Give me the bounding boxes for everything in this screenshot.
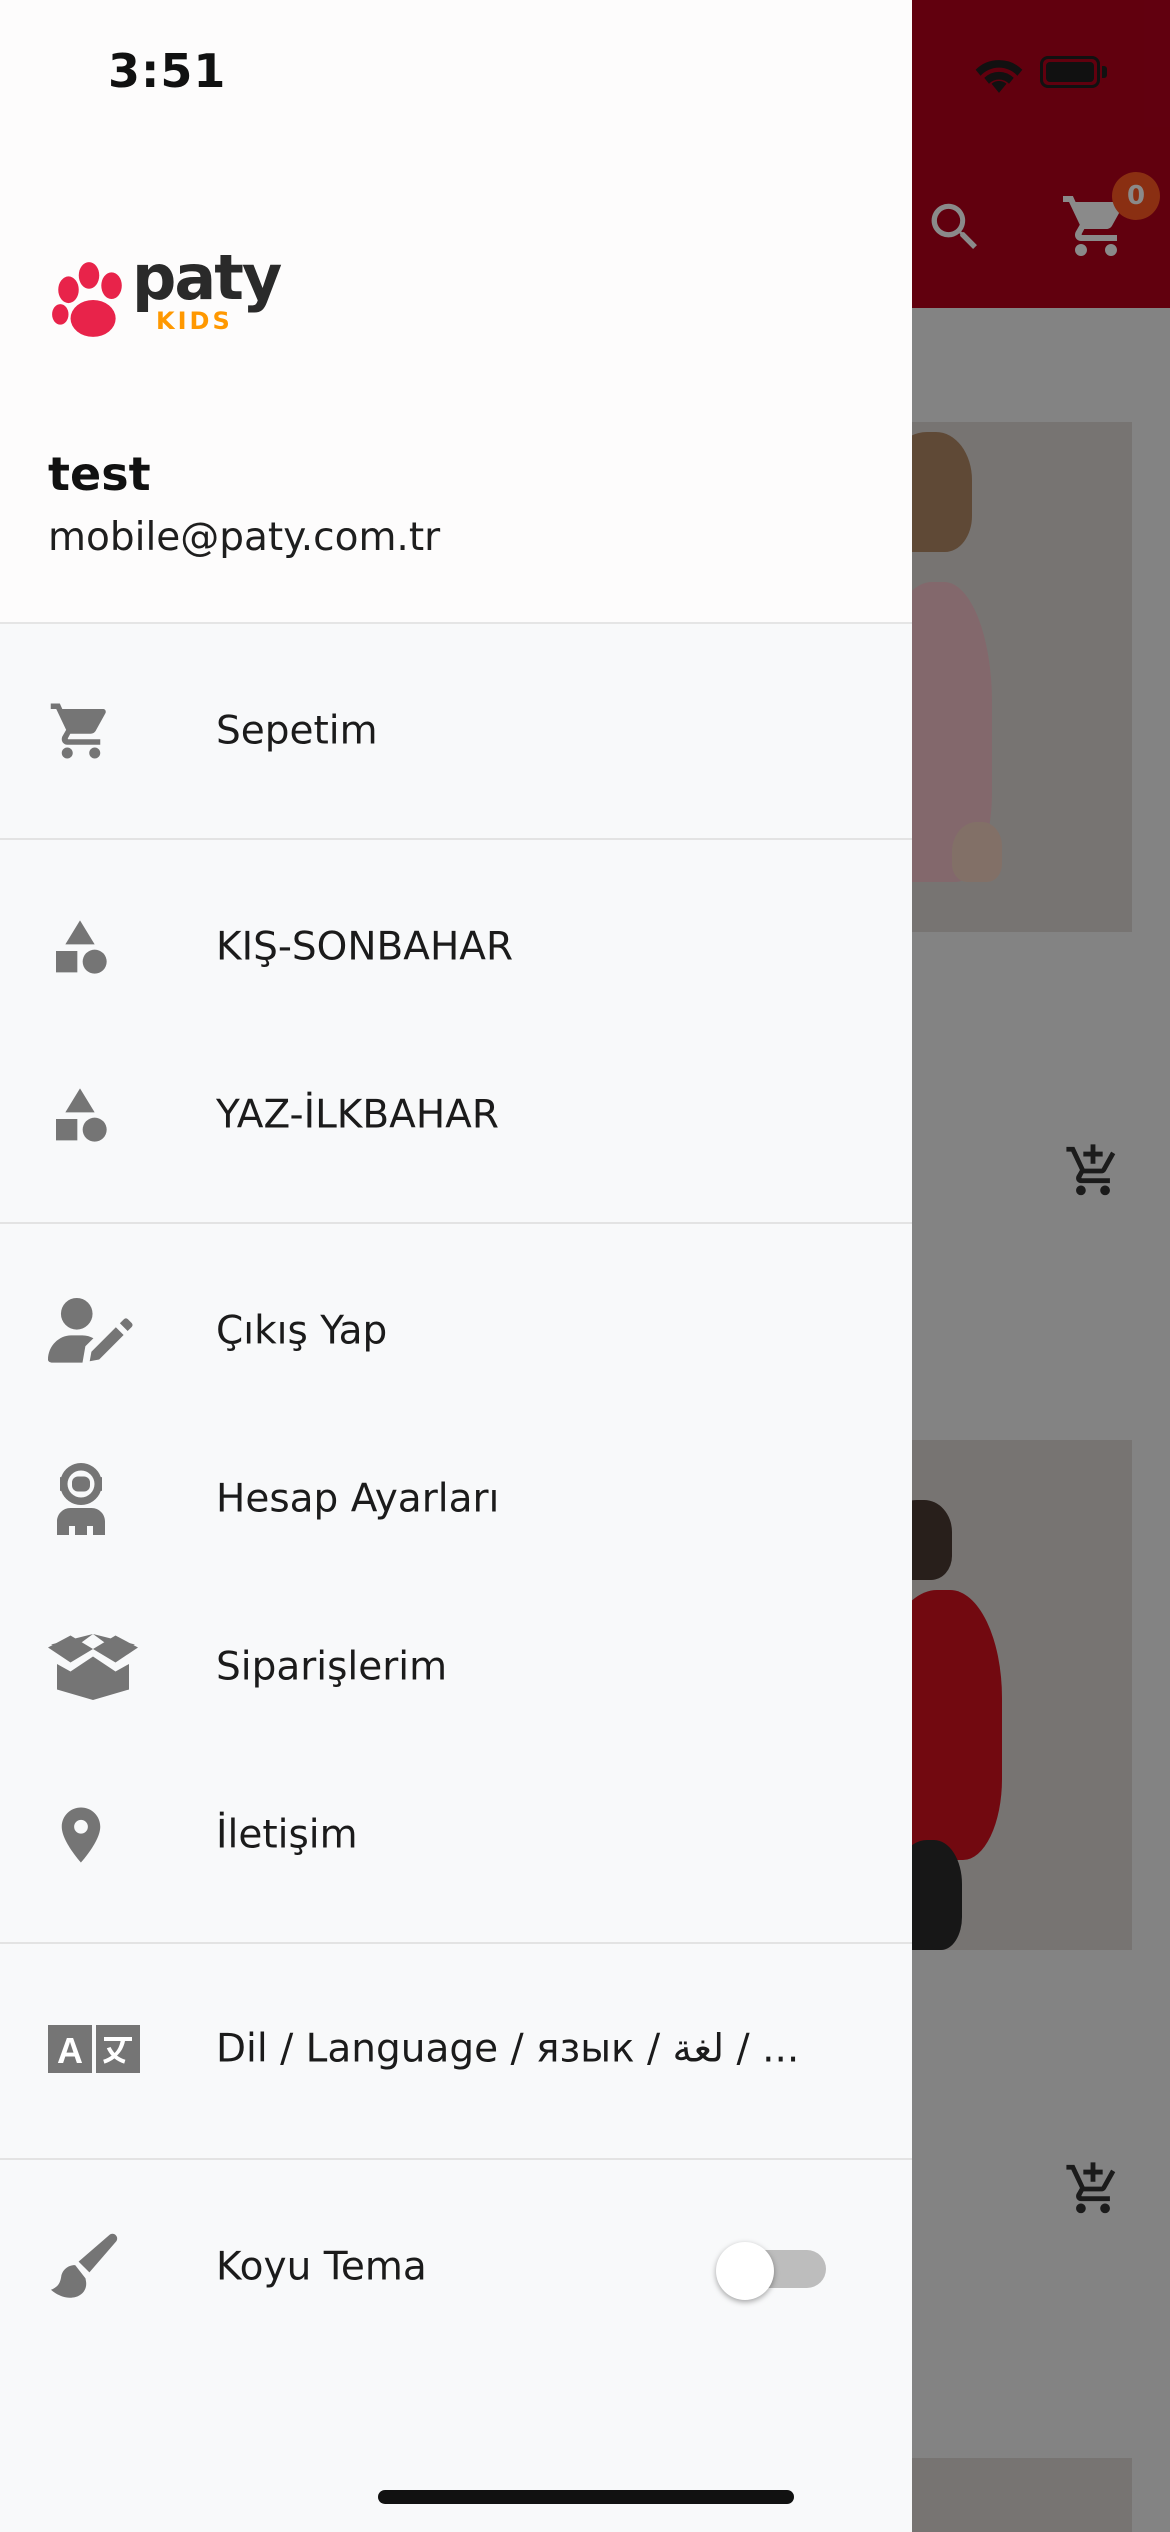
svg-text:A: A xyxy=(57,2030,83,2071)
shapes-icon xyxy=(48,1079,144,1151)
menu-item-label: Siparişlerim xyxy=(216,1644,448,1690)
shapes-icon xyxy=(48,911,144,983)
menu-item-orders[interactable]: Siparişlerim xyxy=(0,1592,912,1742)
menu-item-cart[interactable]: Sepetim xyxy=(0,656,912,806)
user-name: test xyxy=(48,447,151,501)
menu-item-category-winter-autumn[interactable]: KIŞ-SONBAHAR xyxy=(0,872,912,1022)
battery-icon xyxy=(1040,56,1108,88)
divider xyxy=(0,838,912,840)
box-open-icon xyxy=(48,1631,144,1703)
user-astronaut-icon xyxy=(48,1463,144,1535)
divider xyxy=(0,1222,912,1224)
user-email: mobile@paty.com.tr xyxy=(48,515,441,560)
menu-item-contact[interactable]: İletişim xyxy=(0,1760,912,1910)
menu-item-label: KIŞ-SONBAHAR xyxy=(216,924,514,970)
dark-theme-toggle[interactable] xyxy=(716,2242,826,2300)
map-marker-icon xyxy=(48,1799,144,1871)
menu-item-account-settings[interactable]: Hesap Ayarları xyxy=(0,1424,912,1574)
toggle-knob xyxy=(716,2242,774,2300)
menu-item-language[interactable]: A Dil / Language / язык / لغة / ... xyxy=(0,1974,912,2124)
logo-text: paty xyxy=(132,241,282,314)
menu-item-label: Koyu Tema xyxy=(216,2244,427,2290)
menu-item-label: YAZ-İLKBAHAR xyxy=(216,1092,499,1138)
status-time: 3:51 xyxy=(108,44,227,98)
menu-item-label: Sepetim xyxy=(216,708,378,754)
home-indicator[interactable] xyxy=(378,2490,794,2504)
divider xyxy=(0,2158,912,2160)
cart-icon xyxy=(48,695,144,767)
menu-item-label: Çıkış Yap xyxy=(216,1308,388,1354)
wifi-icon xyxy=(975,60,1023,93)
paw-icon xyxy=(52,262,122,337)
menu-item-dark-theme[interactable]: Koyu Tema xyxy=(0,2192,912,2342)
menu-item-logout[interactable]: Çıkış Yap xyxy=(0,1256,912,1406)
menu-item-label: Hesap Ayarları xyxy=(216,1476,500,1522)
navigation-drawer: paty KIDS test mobile@paty.com.tr Sepeti… xyxy=(0,0,912,2532)
paty-kids-logo: paty KIDS xyxy=(48,241,282,345)
menu-item-category-summer-spring[interactable]: YAZ-İLKBAHAR xyxy=(0,1040,912,1190)
divider xyxy=(0,1942,912,1944)
menu-item-label: Dil / Language / язык / لغة / ... xyxy=(216,2026,800,2072)
translate-icon: A xyxy=(48,2013,144,2085)
paint-brush-icon xyxy=(48,2231,144,2303)
user-edit-icon xyxy=(48,1295,144,1367)
menu-item-label: İletişim xyxy=(216,1812,358,1858)
logo-subtext: KIDS xyxy=(156,307,233,335)
